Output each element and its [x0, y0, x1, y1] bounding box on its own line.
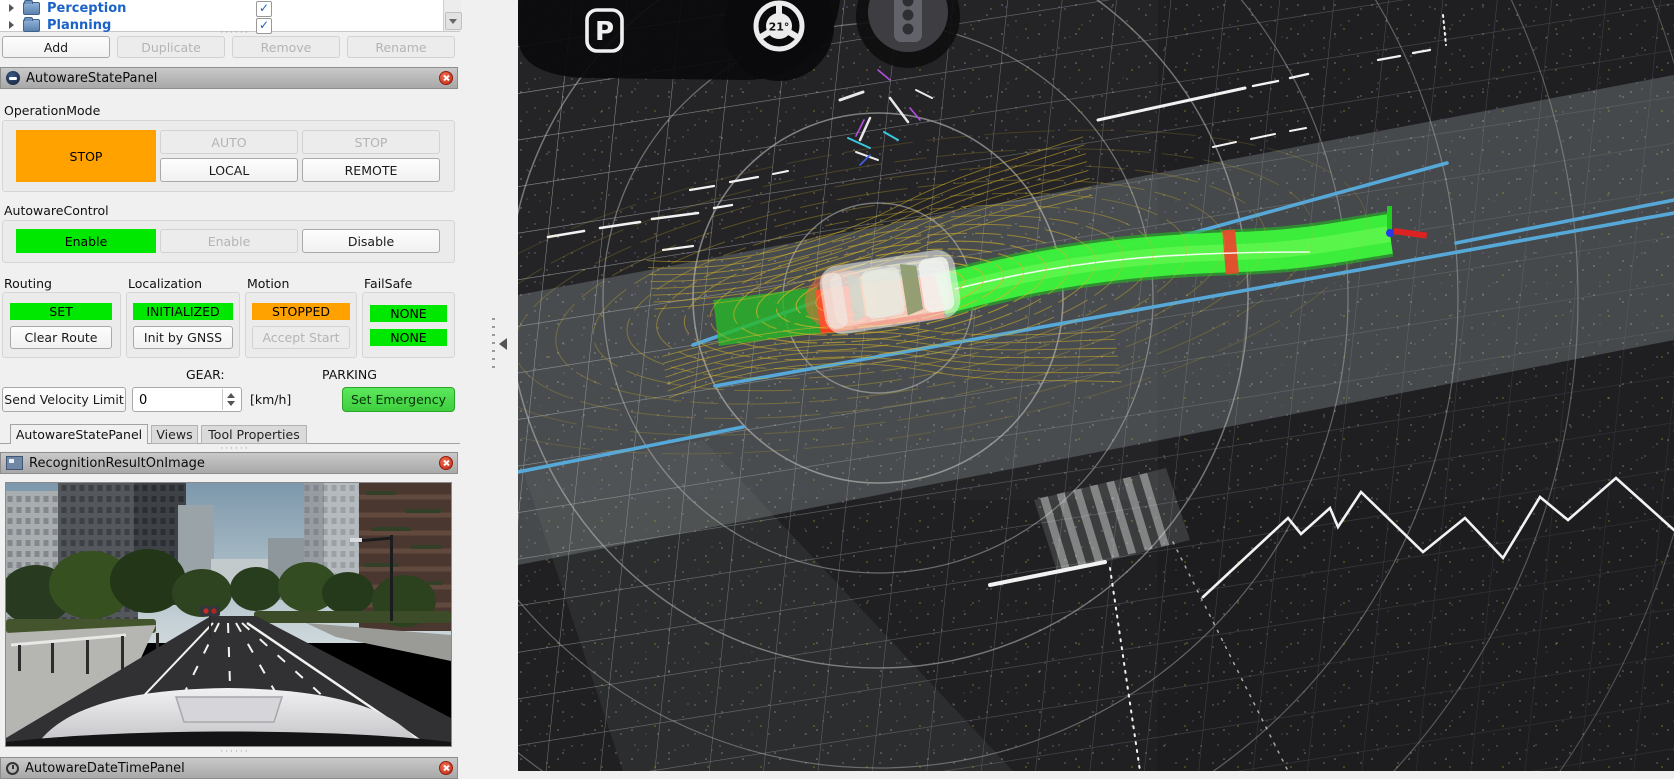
velocity-spinbox[interactable]: [132, 387, 242, 412]
rename-button: Rename: [347, 36, 455, 58]
failsafe-status-1: NONE: [370, 305, 447, 322]
enable-control-button: Enable: [160, 229, 298, 253]
close-panel-button[interactable]: [439, 71, 453, 85]
init-by-gnss-button[interactable]: Init by GNSS: [133, 326, 233, 349]
set-emergency-button[interactable]: Set Emergency: [342, 387, 455, 412]
spinbox-arrows[interactable]: [222, 389, 240, 410]
recognition-panel-header[interactable]: RecognitionResultOnImage: [0, 452, 458, 474]
close-panel-button[interactable]: [439, 761, 453, 775]
failsafe-status-2: NONE: [370, 329, 447, 346]
image-icon: [6, 456, 23, 470]
autoware-control-status: Enable: [16, 229, 156, 253]
scroll-down-button[interactable]: [445, 12, 462, 30]
pointcloud-noise-color: [518, 0, 1674, 771]
add-button[interactable]: Add: [2, 36, 110, 58]
parking-label: PARKING: [322, 367, 377, 382]
roof: [861, 266, 906, 319]
failsafe-group: [362, 292, 455, 358]
auto-mode-button: AUTO: [160, 130, 298, 154]
panel-splitter[interactable]: [490, 0, 518, 771]
operation-mode-status: STOP: [16, 130, 156, 182]
panel-title: AutowareStatePanel: [26, 71, 157, 86]
failsafe-label: FailSafe: [364, 276, 412, 291]
tab-autoware-state-panel[interactable]: AutowareStatePanel: [10, 424, 148, 444]
localization-status: INITIALIZED: [133, 303, 233, 320]
expand-caret-icon[interactable]: [9, 4, 14, 12]
svg-text:P: P: [595, 17, 614, 47]
duplicate-button: Duplicate: [117, 36, 225, 58]
panel-title: AutowareDateTimePanel: [25, 761, 185, 776]
autoware-state-panel-header[interactable]: AutowareStatePanel: [0, 67, 458, 89]
local-mode-button[interactable]: LOCAL: [160, 158, 298, 182]
recognition-camera-view: [5, 482, 452, 747]
datetime-panel-header[interactable]: AutowareDateTimePanel: [0, 757, 458, 779]
spin-up-icon[interactable]: [227, 393, 235, 398]
stop-mode-button: STOP: [302, 130, 440, 154]
tree-item-label: Planning: [47, 18, 111, 33]
steering-angle-value: 21°: [769, 21, 790, 34]
splitter-handle[interactable]: ······: [205, 747, 265, 757]
splitter-grip[interactable]: [492, 318, 495, 374]
autoware-control-label: AutowareControl: [4, 203, 109, 218]
velocity-unit-label: [km/h]: [250, 392, 291, 407]
accept-start-button: Accept Start: [252, 326, 350, 349]
hedge-right: [254, 611, 451, 623]
rviz-3d-viewport[interactable]: P 21°: [518, 0, 1674, 771]
tree-scrollbar[interactable]: [443, 0, 461, 31]
tree-item-label: Perception: [47, 1, 126, 16]
expand-caret-icon[interactable]: [9, 21, 14, 29]
motion-status: STOPPED: [252, 303, 350, 320]
gear-label: GEAR:: [186, 367, 225, 382]
remote-mode-button[interactable]: REMOTE: [302, 158, 440, 182]
operation-mode-label: OperationMode: [4, 103, 100, 118]
camera-image: [6, 483, 451, 746]
localization-label: Localization: [128, 276, 202, 291]
close-panel-button[interactable]: [439, 456, 453, 470]
velocity-input[interactable]: [137, 389, 215, 411]
motion-label: Motion: [247, 276, 289, 291]
panel-title: RecognitionResultOnImage: [29, 456, 205, 471]
tree-item-perception[interactable]: Perception ✓: [0, 0, 460, 16]
routing-label: Routing: [4, 276, 52, 291]
autoware-logo-icon: [6, 71, 20, 85]
tab-views[interactable]: Views: [151, 425, 198, 444]
clock-icon: [6, 762, 19, 775]
send-velocity-limit-button[interactable]: Send Velocity Limit: [2, 387, 126, 412]
clear-route-button[interactable]: Clear Route: [10, 326, 112, 349]
visibility-checkbox[interactable]: ✓: [256, 1, 272, 17]
tab-tool-properties[interactable]: Tool Properties: [201, 425, 307, 444]
spin-down-icon[interactable]: [227, 401, 235, 406]
routing-status: SET: [10, 303, 112, 320]
rviz-left-panel: Perception ✓ Planning ✓ ······ Add Dupli…: [0, 0, 490, 771]
remove-button: Remove: [232, 36, 340, 58]
folder-icon: [23, 2, 40, 15]
folder-icon: [23, 19, 40, 32]
disable-control-button[interactable]: Disable: [302, 229, 440, 253]
scene-canvas[interactable]: P 21°: [518, 0, 1674, 771]
collapse-left-icon[interactable]: [499, 338, 507, 350]
